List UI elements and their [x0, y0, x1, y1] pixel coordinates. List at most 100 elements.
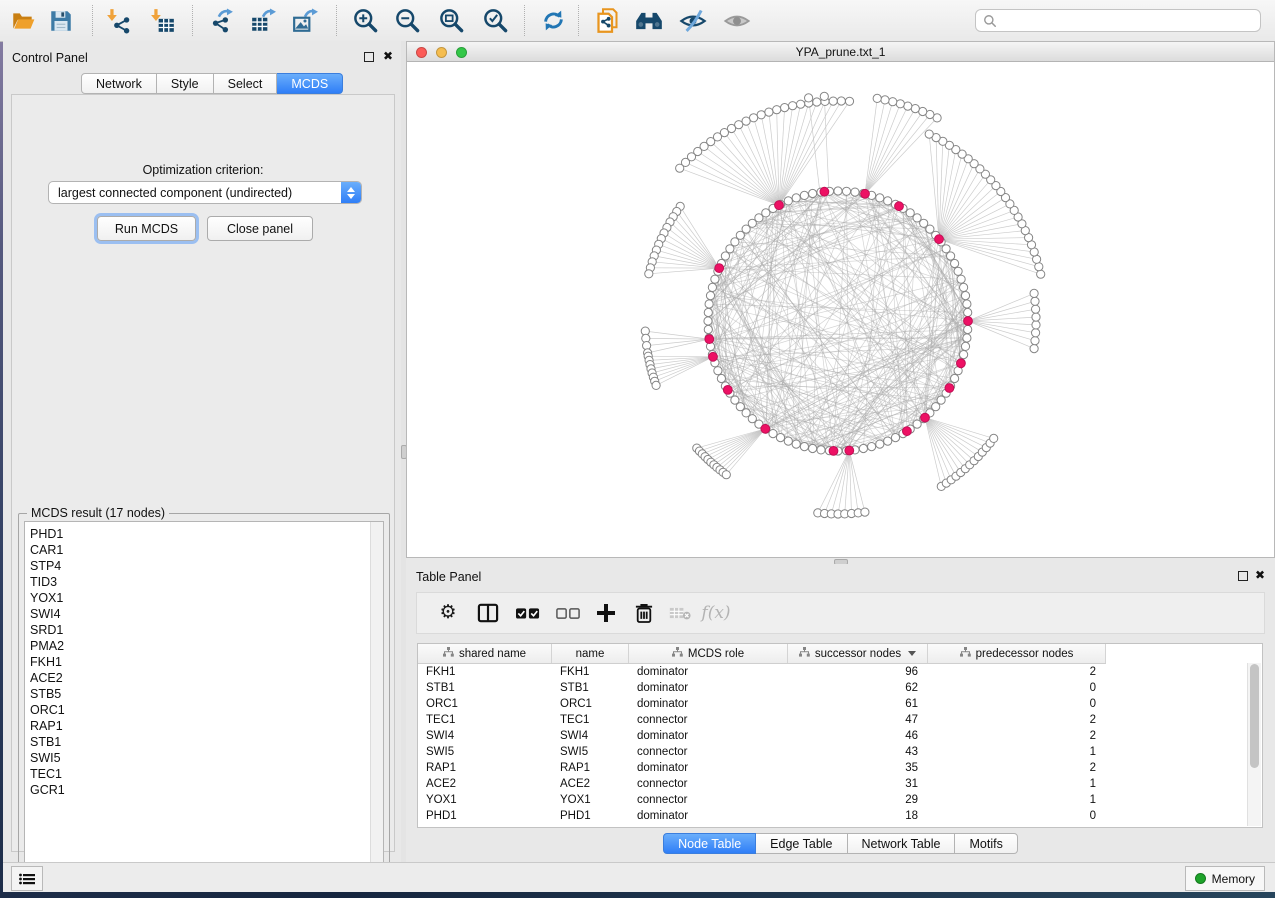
mcds-result-item[interactable]: STP4: [25, 558, 383, 574]
table-cell: 61: [788, 698, 928, 710]
table-row[interactable]: ACE2ACE2connector311: [418, 776, 1106, 792]
memory-button[interactable]: Memory: [1185, 866, 1265, 891]
mcds-result-item[interactable]: STB5: [25, 686, 383, 702]
tab-motifs[interactable]: Motifs: [955, 833, 1017, 854]
mcds-result-group: MCDS result (17 nodes) PHD1CAR1STP4TID3Y…: [18, 513, 390, 889]
network-titlebar[interactable]: YPA_prune.txt_1: [407, 42, 1274, 62]
open-file-icon[interactable]: [8, 6, 38, 35]
hide-selected-icon[interactable]: [678, 6, 708, 35]
table-row[interactable]: RAP1RAP1dominator352: [418, 760, 1106, 776]
close-panel-icon[interactable]: ✖: [1255, 570, 1265, 580]
tab-edge-table[interactable]: Edge Table: [756, 833, 847, 854]
tab-network[interactable]: Network: [81, 73, 157, 94]
tab-select[interactable]: Select: [214, 73, 278, 94]
mcds-result-item[interactable]: SWI5: [25, 750, 383, 766]
network-canvas[interactable]: [407, 62, 1274, 557]
first-neighbors-icon[interactable]: [634, 6, 664, 35]
mcds-result-item[interactable]: FKH1: [25, 654, 383, 670]
mcds-result-list[interactable]: PHD1CAR1STP4TID3YOX1SWI4SRD1PMA2FKH1ACE2…: [24, 521, 384, 883]
table-cell: 2: [928, 666, 1106, 678]
refresh-layout-icon[interactable]: [538, 6, 568, 35]
clone-network-icon[interactable]: [592, 6, 622, 35]
table-cell: 18: [788, 810, 928, 822]
column-header-MCDS-role[interactable]: MCDS role: [629, 644, 788, 663]
table-row[interactable]: SWI4SWI4dominator462: [418, 728, 1106, 744]
zoom-in-icon[interactable]: [350, 6, 380, 35]
export-network-icon[interactable]: [206, 6, 236, 35]
table-toolbar: ⚙ f(x): [416, 592, 1265, 634]
table-cell: ACE2: [418, 778, 552, 790]
table-row[interactable]: PHD1PHD1dominator180: [418, 808, 1106, 824]
mcds-tab-content: Optimization criterion: largest connecte…: [11, 94, 395, 852]
zoom-fit-icon[interactable]: [436, 6, 466, 35]
export-image-icon[interactable]: [290, 6, 320, 35]
run-mcds-button[interactable]: Run MCDS: [97, 216, 196, 241]
table-cell: TEC1: [418, 714, 552, 726]
tab-node-table[interactable]: Node Table: [663, 833, 756, 854]
table-row[interactable]: STB1STB1dominator620: [418, 680, 1106, 696]
mcds-result-item[interactable]: STB1: [25, 734, 383, 750]
search-box[interactable]: [975, 9, 1261, 32]
table-cell: 2: [928, 714, 1106, 726]
zoom-selected-icon[interactable]: [480, 6, 510, 35]
tab-style[interactable]: Style: [157, 73, 214, 94]
float-panel-icon[interactable]: [1238, 571, 1248, 581]
mcds-result-item[interactable]: SWI4: [25, 606, 383, 622]
mcds-result-item[interactable]: YOX1: [25, 590, 383, 606]
show-all-icon[interactable]: [722, 6, 752, 35]
mcds-result-item[interactable]: PMA2: [25, 638, 383, 654]
column-header-shared-name[interactable]: shared name: [418, 644, 552, 663]
close-panel-button[interactable]: Close panel: [207, 216, 313, 241]
network-window: YPA_prune.txt_1: [406, 41, 1275, 558]
zoom-out-icon[interactable]: [392, 6, 422, 35]
column-layout-icon[interactable]: [473, 599, 503, 627]
function-builder-icon[interactable]: f(x): [701, 599, 731, 627]
close-panel-icon[interactable]: ✖: [383, 51, 393, 61]
scrollbar-thumb[interactable]: [1250, 664, 1259, 768]
table-cell: connector: [629, 714, 788, 726]
search-input[interactable]: [1002, 13, 1246, 29]
table-cell: TEC1: [552, 714, 629, 726]
save-session-icon[interactable]: [46, 6, 76, 35]
table-row[interactable]: YOX1YOX1connector291: [418, 792, 1106, 808]
table-options-icon[interactable]: ⚙: [433, 599, 463, 627]
add-column-icon[interactable]: [591, 599, 621, 627]
import-network-icon[interactable]: [104, 6, 134, 35]
delete-table-icon[interactable]: [665, 599, 695, 627]
table-row[interactable]: SWI5SWI5connector431: [418, 744, 1106, 760]
toolbar-separator: [336, 5, 337, 36]
table-row[interactable]: FKH1FKH1dominator962: [418, 664, 1106, 680]
criterion-dropdown[interactable]: largest connected component (undirected): [48, 181, 362, 204]
mcds-result-item[interactable]: GCR1: [25, 782, 383, 798]
list-scrollbar[interactable]: [370, 522, 383, 882]
table-cell: dominator: [629, 698, 788, 710]
tab-network-table[interactable]: Network Table: [848, 833, 956, 854]
mcds-result-item[interactable]: TEC1: [25, 766, 383, 782]
import-table-icon[interactable]: [148, 6, 178, 35]
export-table-icon[interactable]: [248, 6, 278, 35]
float-panel-icon[interactable]: [364, 52, 374, 62]
table-scrollbar[interactable]: [1247, 663, 1261, 826]
column-header-successor-nodes[interactable]: successor nodes: [788, 644, 928, 663]
column-header-name[interactable]: name: [552, 644, 629, 663]
unselect-all-icon[interactable]: [553, 599, 583, 627]
table-row[interactable]: ORC1ORC1dominator610: [418, 696, 1106, 712]
mcds-result-item[interactable]: RAP1: [25, 718, 383, 734]
mcds-result-item[interactable]: ORC1: [25, 702, 383, 718]
delete-column-icon[interactable]: [629, 599, 659, 627]
select-all-icon[interactable]: [513, 599, 543, 627]
tab-mcds[interactable]: MCDS: [277, 73, 343, 94]
mcds-result-item[interactable]: TID3: [25, 574, 383, 590]
mcds-result-item[interactable]: ACE2: [25, 670, 383, 686]
sort-desc-icon: [908, 651, 916, 656]
status-menu-button[interactable]: [11, 866, 43, 891]
control-panel-tabs: NetworkStyleSelectMCDS: [81, 73, 343, 94]
node-table[interactable]: shared namenameMCDS rolesuccessor nodesp…: [417, 643, 1263, 828]
table-cell: RAP1: [418, 762, 552, 774]
mcds-result-item[interactable]: SRD1: [25, 622, 383, 638]
column-header-predecessor-nodes[interactable]: predecessor nodes: [928, 644, 1106, 663]
mcds-result-item[interactable]: PHD1: [25, 526, 383, 542]
table-tabs: Node TableEdge TableNetwork TableMotifs: [663, 833, 1018, 854]
table-row[interactable]: TEC1TEC1connector472: [418, 712, 1106, 728]
mcds-result-item[interactable]: CAR1: [25, 542, 383, 558]
